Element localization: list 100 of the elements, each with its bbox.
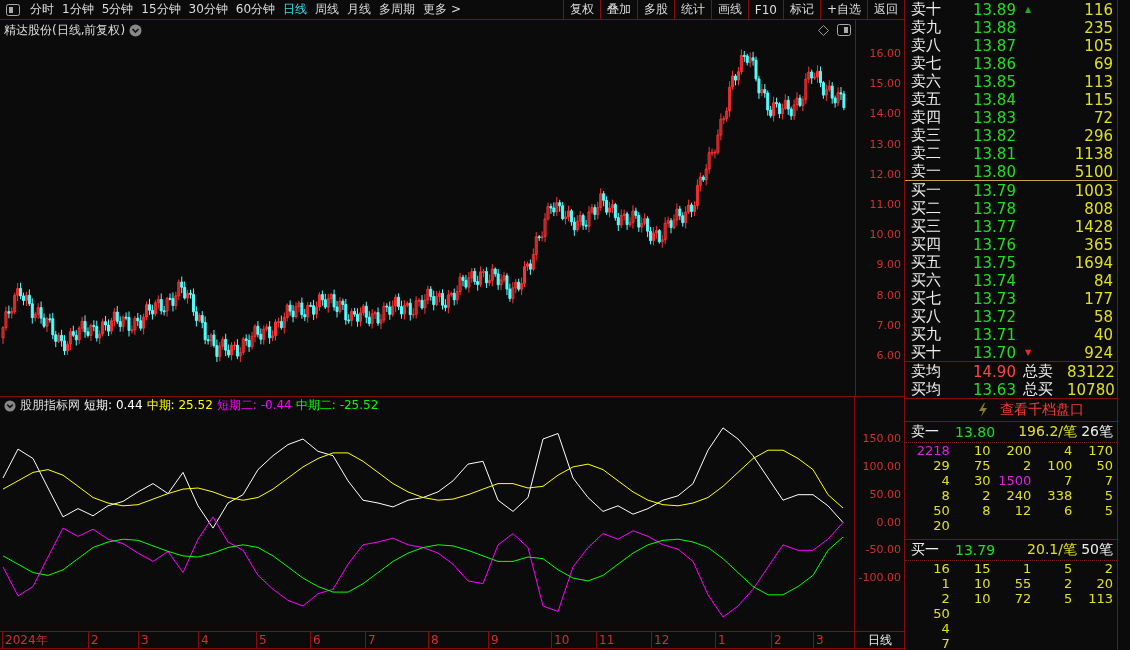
diamond-icon[interactable] bbox=[818, 24, 829, 36]
queue-order: 338 bbox=[1046, 488, 1073, 503]
panel-toggle-icon[interactable] bbox=[6, 3, 20, 16]
toolbar-button[interactable]: 返回 bbox=[867, 0, 904, 19]
price-tick-label: 8.00 bbox=[876, 288, 901, 302]
level-volume: 1428 bbox=[1073, 217, 1113, 236]
level-volume: 105 bbox=[1083, 36, 1113, 55]
date-label: 12 bbox=[651, 632, 670, 648]
queue-label: 买一 bbox=[911, 541, 940, 559]
period-tab[interactable]: 30分钟 bbox=[184, 1, 232, 18]
level-volume: 1138 bbox=[1073, 144, 1113, 163]
level-volume: 69 bbox=[1092, 54, 1113, 73]
summary-total: 10780 bbox=[1067, 380, 1115, 399]
level-volume: 924 bbox=[1083, 343, 1113, 362]
level-price: 13.72 bbox=[973, 307, 1017, 326]
level-label: 买三 bbox=[911, 217, 942, 236]
level-price: 13.86 bbox=[973, 54, 1017, 73]
period-tab[interactable]: 5分钟 bbox=[97, 1, 138, 18]
period-tab[interactable]: 日线 bbox=[279, 1, 312, 18]
date-label: 1 bbox=[715, 632, 726, 648]
toolbar-button[interactable]: 画线 bbox=[710, 0, 748, 19]
date-label: 2024年 bbox=[2, 632, 48, 648]
summary-label: 买均 bbox=[911, 380, 942, 399]
period-tab[interactable]: 周线 bbox=[311, 1, 344, 18]
toolbar-button[interactable]: 标记 bbox=[782, 0, 820, 19]
queue-order: 2 bbox=[1103, 561, 1113, 576]
level-price: 13.85 bbox=[973, 72, 1017, 91]
period-tab[interactable]: 分时 bbox=[26, 1, 58, 18]
level-price: 13.84 bbox=[973, 90, 1017, 109]
dropdown-icon[interactable] bbox=[4, 399, 16, 412]
level-price: 13.83 bbox=[973, 108, 1017, 127]
lightning-icon bbox=[978, 403, 988, 417]
period-tab[interactable]: 更多 > bbox=[419, 1, 465, 18]
toolbar-button[interactable]: 统计 bbox=[673, 0, 711, 19]
level-volume: 116 bbox=[1083, 0, 1113, 19]
price-tick-label: 13.00 bbox=[869, 137, 901, 151]
level-label: 卖九 bbox=[911, 18, 942, 37]
level-volume: 115 bbox=[1083, 90, 1113, 109]
queue-order: 2218 bbox=[915, 443, 950, 458]
level-price: 13.77 bbox=[973, 217, 1017, 236]
queue-order: 10 bbox=[973, 443, 991, 458]
queue-order: 100 bbox=[1046, 458, 1073, 473]
queue-order: 1500 bbox=[997, 473, 1032, 488]
date-label: 2 bbox=[771, 632, 782, 648]
level-label: 卖八 bbox=[911, 36, 942, 55]
date-label: 6 bbox=[310, 632, 321, 648]
level-volume: 1003 bbox=[1073, 181, 1113, 200]
level-volume: 808 bbox=[1083, 199, 1113, 218]
queue-order: 50 bbox=[932, 606, 950, 621]
chart-title: 精达股份(日线,前复权) bbox=[4, 22, 126, 39]
date-label: 7 bbox=[365, 632, 376, 648]
queue-order: 20 bbox=[932, 518, 950, 533]
level-volume: 365 bbox=[1083, 235, 1113, 254]
level-volume: 235 bbox=[1083, 18, 1113, 37]
level-price: 13.79 bbox=[973, 181, 1017, 200]
toolbar-button[interactable]: 叠加 bbox=[599, 0, 637, 19]
level-label: 买一 bbox=[911, 181, 942, 200]
toolbar-button[interactable]: +自选 bbox=[819, 0, 867, 19]
date-label: 8 bbox=[428, 632, 439, 648]
level-price: 13.78 bbox=[973, 199, 1017, 218]
toolbar-button[interactable]: 复权 bbox=[562, 0, 600, 19]
period-tab[interactable]: 多周期 bbox=[375, 1, 420, 18]
queue-order: 8 bbox=[940, 488, 950, 503]
queue-order: 200 bbox=[1005, 443, 1032, 458]
level-label: 卖五 bbox=[911, 90, 942, 109]
level-price: 13.73 bbox=[973, 289, 1017, 308]
period-tab[interactable]: 60分钟 bbox=[231, 1, 280, 18]
period-label: 日线 bbox=[854, 632, 904, 648]
level-volume: 58 bbox=[1092, 307, 1113, 326]
queue-order: 170 bbox=[1087, 443, 1113, 458]
toolbar-button[interactable]: F10 bbox=[747, 0, 783, 19]
date-label: 10 bbox=[551, 632, 570, 648]
queue-price: 13.80 bbox=[955, 424, 997, 440]
dropdown-icon[interactable] bbox=[129, 24, 143, 37]
level-label: 买九 bbox=[911, 325, 942, 344]
panel-toggle-icon[interactable] bbox=[837, 24, 851, 36]
date-label: 2 bbox=[88, 632, 99, 648]
queue-label: 卖一 bbox=[911, 423, 940, 441]
level-volume: 1694 bbox=[1073, 253, 1113, 272]
level-label: 买五 bbox=[911, 253, 942, 272]
level-price: 13.89 bbox=[973, 0, 1017, 19]
date-label: 3 bbox=[138, 632, 149, 648]
order-depth-link[interactable]: 查看千档盘口 bbox=[1000, 401, 1084, 419]
queue-order: 6 bbox=[1062, 503, 1073, 518]
queue-order: 2 bbox=[981, 488, 991, 503]
up-arrow-icon: ▲ bbox=[1025, 5, 1039, 14]
summary-price: 13.63 bbox=[973, 380, 1017, 399]
period-tab[interactable]: 15分钟 bbox=[137, 1, 185, 18]
price-tick-label: 7.00 bbox=[876, 318, 901, 332]
queue-order: 7 bbox=[1103, 473, 1113, 488]
date-label: 9 bbox=[488, 632, 499, 648]
level-volume: 40 bbox=[1092, 325, 1113, 344]
period-tab[interactable]: 1分钟 bbox=[58, 1, 98, 18]
queue-order: 29 bbox=[932, 458, 950, 473]
level-label: 买十 bbox=[911, 343, 942, 362]
level-price: 13.87 bbox=[973, 36, 1017, 55]
toolbar-button[interactable]: 多股 bbox=[636, 0, 674, 19]
queue-order: 2 bbox=[1022, 458, 1032, 473]
period-tab[interactable]: 月线 bbox=[343, 1, 376, 18]
queue-order: 12 bbox=[1013, 503, 1032, 518]
